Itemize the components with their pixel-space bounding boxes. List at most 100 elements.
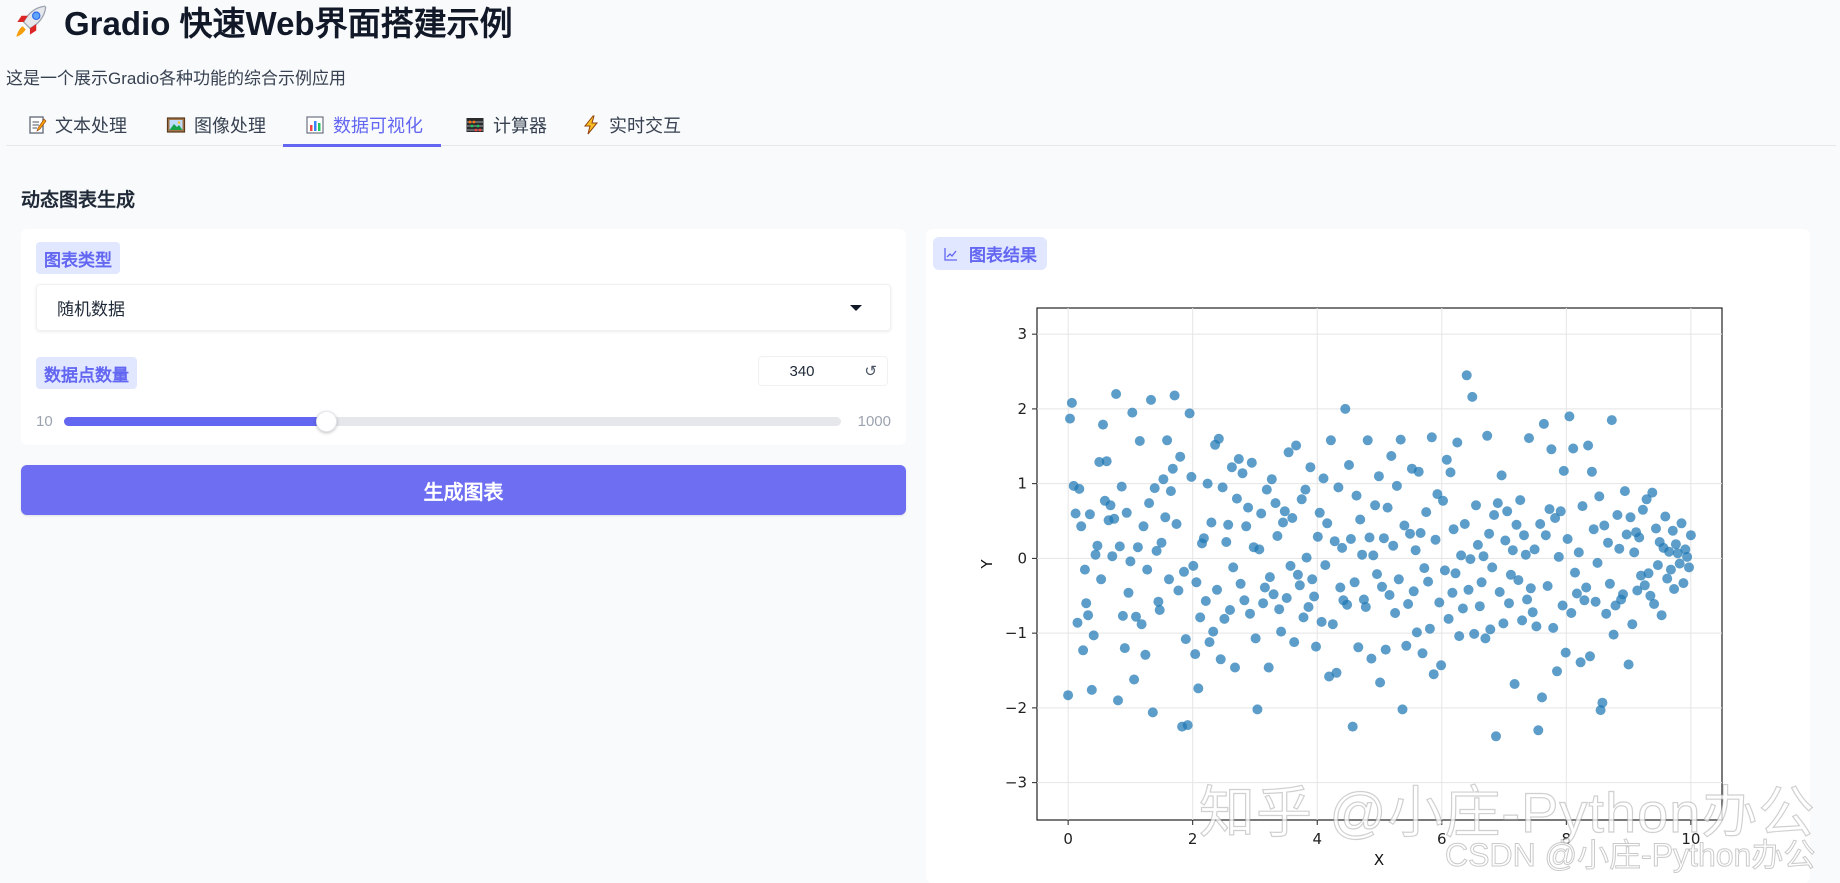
scatter-point	[1175, 451, 1186, 462]
slider-min-label: 10	[36, 413, 53, 430]
scatter-point	[1463, 584, 1474, 595]
scatter-point	[1524, 433, 1534, 444]
scatter-point	[1081, 598, 1092, 609]
scatter-point	[1281, 593, 1292, 603]
scatter-point	[1482, 430, 1493, 441]
scatter-point	[1066, 397, 1077, 408]
scatter-point	[1472, 539, 1483, 550]
tab-realtime-interaction[interactable]: 实时交互	[581, 108, 681, 146]
slider-thumb[interactable]	[316, 411, 338, 432]
scatter-point	[1546, 444, 1557, 455]
scatter-point	[1351, 490, 1362, 501]
scatter-point	[1250, 633, 1261, 644]
chart-type-dropdown[interactable]: 随机数据	[36, 284, 891, 331]
scatter-point	[1382, 502, 1393, 513]
scatter-point	[1469, 628, 1480, 639]
scatter-point	[1327, 619, 1338, 630]
data-points-input[interactable]	[759, 357, 845, 385]
scatter-point	[1660, 511, 1671, 522]
watermark-csdn: CSDN @小庄-Python办公	[1444, 837, 1816, 874]
scatter-point	[1535, 519, 1546, 529]
scatter-point	[1424, 623, 1435, 634]
scatter-point	[1515, 495, 1526, 506]
scatter-point	[1337, 542, 1348, 553]
scatter-point	[1393, 574, 1404, 585]
scatter-point	[1101, 456, 1112, 467]
scatter-point	[1364, 532, 1375, 543]
scatter-point	[1590, 596, 1601, 607]
scatter-point	[1474, 601, 1485, 612]
tab-text-processing[interactable]: 文本处理	[27, 108, 127, 146]
scatter-point	[1408, 586, 1419, 597]
scatter-point	[1245, 608, 1255, 619]
tab-image-processing[interactable]: 图像处理	[166, 108, 266, 146]
scatter-point	[1674, 558, 1685, 569]
rocket-icon	[16, 5, 47, 37]
scatter-point	[1098, 419, 1108, 430]
scatter-point	[1188, 560, 1199, 571]
tab-calculator[interactable]: 计算器	[465, 108, 547, 146]
scatter-point	[1186, 471, 1197, 482]
scatter-point	[1669, 584, 1680, 594]
generate-chart-button[interactable]: 生成图表	[21, 465, 906, 515]
scatter-point	[1212, 584, 1222, 595]
scatter-point	[1171, 519, 1182, 529]
tab-data-visualization[interactable]: 数据可视化	[283, 108, 441, 147]
scatter-point	[1665, 564, 1676, 575]
scatter-point	[1586, 466, 1597, 477]
scatter-point	[1109, 513, 1120, 524]
scatter-point	[1129, 674, 1140, 685]
scatter-point	[1527, 607, 1538, 618]
data-points-label: 数据点数量	[36, 357, 137, 389]
scatter-point	[1213, 433, 1224, 444]
scatter-point	[1239, 595, 1250, 606]
app-title-text: Gradio 快速Web界面搭建示例	[64, 5, 513, 42]
scatter-point	[1585, 651, 1595, 662]
reset-icon[interactable]: ↺	[864, 362, 877, 380]
scatter-point	[1445, 467, 1456, 478]
scatter-point	[1325, 435, 1336, 446]
scatter-point	[1329, 536, 1340, 547]
scatter-point	[1179, 566, 1189, 577]
scatter-point	[1662, 573, 1673, 584]
scatter-point	[1340, 403, 1351, 414]
scatter-point	[1452, 437, 1463, 448]
y-tick-label: 1	[1017, 475, 1027, 493]
scatter-point	[1252, 704, 1263, 715]
scatter-point	[1164, 574, 1174, 585]
scatter-point	[1303, 602, 1314, 612]
scatter-point	[1599, 520, 1610, 531]
scatter-point	[1287, 513, 1298, 523]
scatter-point	[1410, 545, 1421, 556]
scatter-point	[1230, 662, 1240, 673]
chevron-down-icon	[850, 305, 862, 311]
scatter-point	[1243, 502, 1254, 513]
scatter-point	[1167, 463, 1178, 474]
scatter-point	[1566, 608, 1577, 618]
scatter-point	[1395, 434, 1406, 445]
scatter-point	[1225, 605, 1235, 615]
scatter-point	[1144, 498, 1155, 509]
section-title: 动态图表生成	[21, 190, 136, 211]
scatter-point	[1419, 563, 1430, 574]
scatter-point	[1643, 568, 1654, 579]
scatter-point	[1107, 551, 1118, 562]
scatter-point	[1305, 462, 1316, 473]
scatter-point	[1291, 440, 1302, 451]
scatter-point	[1649, 599, 1660, 609]
scatter-point	[1307, 574, 1318, 585]
scatter-point	[1292, 569, 1303, 580]
scatter-point	[1647, 487, 1658, 498]
scatter-point	[1384, 590, 1395, 600]
scatter-point	[1685, 530, 1696, 541]
scatter-point	[1300, 484, 1311, 495]
slider-max-label: 1000	[857, 413, 891, 430]
scatter-point	[1612, 510, 1623, 520]
scatter-point	[1146, 394, 1156, 405]
scatter-point	[1667, 525, 1678, 536]
scatter-point	[1619, 486, 1630, 497]
data-points-slider[interactable]	[64, 411, 841, 432]
scatter-point	[1500, 535, 1511, 546]
scatter-point	[1065, 413, 1075, 424]
scatter-point	[1335, 582, 1346, 593]
